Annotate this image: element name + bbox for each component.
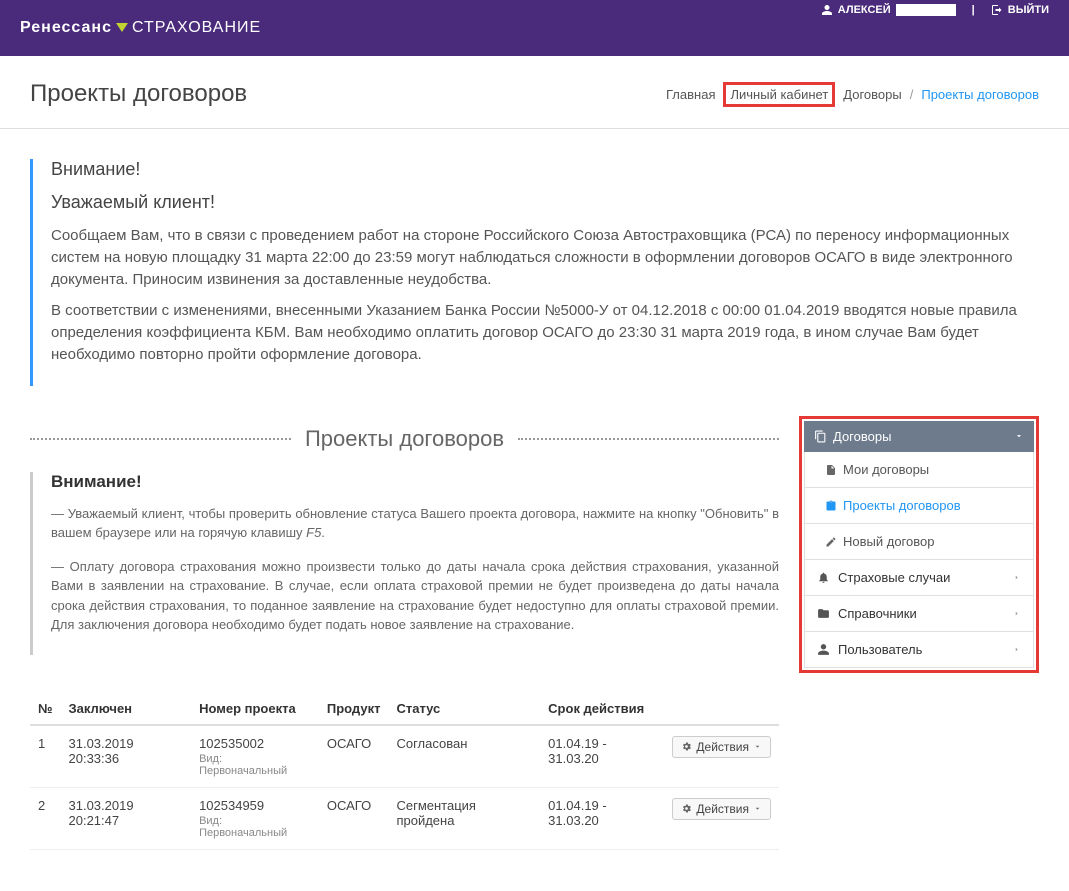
breadcrumb-contracts[interactable]: Договоры [843, 87, 901, 102]
logout-icon [991, 4, 1003, 16]
sidebar-sub-projects[interactable]: Проекты договоров [804, 488, 1034, 524]
logout-button[interactable]: ВЫЙТИ [991, 4, 1049, 16]
page-header: Проекты договоров Главная Личный кабинет… [0, 56, 1069, 129]
cell-concluded: 31.03.2019 20:21:47 [61, 787, 192, 849]
sub-notice-title: Внимание! [51, 472, 779, 492]
actions-button[interactable]: Действия [672, 798, 771, 820]
breadcrumb-home[interactable]: Главная [666, 87, 715, 102]
chevron-down-icon [1014, 431, 1024, 441]
sidebar-item-user[interactable]: Пользователь [804, 632, 1034, 668]
sidebar-item-references[interactable]: Справочники [804, 596, 1034, 632]
cell-n: 2 [30, 787, 61, 849]
breadcrumb-cabinet-highlight: Личный кабинет [723, 82, 835, 107]
topbar-sep: | [972, 4, 975, 16]
sidebar: Договоры Мои договоры Проекты договоров … [799, 416, 1039, 673]
notice-heading-1: Внимание! [51, 159, 1039, 180]
cell-product: ОСАГО [319, 787, 389, 849]
table-row: 2 31.03.2019 20:21:47 102534959 Вид: Пер… [30, 787, 779, 849]
sidebar-item-insurance-cases[interactable]: Страховые случаи [804, 560, 1034, 596]
cell-concluded: 31.03.2019 20:33:36 [61, 725, 192, 788]
col-number: Номер проекта [191, 691, 319, 725]
col-num: № [30, 691, 61, 725]
chevron-right-icon [1012, 609, 1021, 618]
chevron-down-icon [753, 804, 762, 813]
col-term: Срок действия [540, 691, 664, 725]
sub-notice-p1: — Уважаемый клиент, чтобы проверить обно… [51, 504, 779, 543]
section-header: Проекты договоров [30, 426, 779, 452]
section-title: Проекты договоров [305, 426, 504, 452]
logo-triangle-icon [116, 23, 128, 32]
user-menu[interactable]: АЛЕКСЕЙ [821, 4, 956, 16]
user-icon [821, 4, 833, 16]
chevron-right-icon [1012, 645, 1021, 654]
table-row: 1 31.03.2019 20:33:36 102535002 Вид: Пер… [30, 725, 779, 788]
breadcrumb: Главная Личный кабинет Договоры / Проект… [666, 82, 1039, 107]
col-concluded: Заключен [61, 691, 192, 725]
actions-button[interactable]: Действия [672, 736, 771, 758]
main-column: Внимание! Уважаемый клиент! Сообщаем Вам… [30, 159, 1039, 850]
user-name: АЛЕКСЕЙ [838, 4, 891, 16]
cell-status: Сегментация пройдена [388, 787, 540, 849]
cell-product: ОСАГО [319, 725, 389, 788]
user-name-redacted [896, 4, 956, 16]
copy-icon [814, 430, 827, 443]
notice-box: Внимание! Уважаемый клиент! Сообщаем Вам… [30, 159, 1039, 386]
gear-icon [681, 741, 692, 752]
gear-icon [681, 803, 692, 814]
notice-heading-2: Уважаемый клиент! [51, 192, 1039, 213]
col-status: Статус [388, 691, 540, 725]
cell-term: 01.04.19 - 31.03.20 [540, 787, 664, 849]
logo-text-a: Ренессанс [20, 19, 112, 37]
notice-p1: Сообщаем Вам, что в связи с проведением … [51, 225, 1039, 290]
user-icon [817, 643, 830, 656]
edit-icon [825, 536, 837, 548]
cell-n: 1 [30, 725, 61, 788]
page-title: Проекты договоров [30, 80, 247, 108]
topbar-right: АЛЕКСЕЙ | ВЫЙТИ [821, 4, 1049, 16]
sidebar-sub-my-contracts[interactable]: Мои договоры [804, 452, 1034, 488]
chevron-down-icon [753, 742, 762, 751]
breadcrumb-current: Проекты договоров [921, 87, 1039, 102]
notice-p2: В соответствии с изменениями, внесенными… [51, 300, 1039, 365]
sidebar-head-contracts[interactable]: Договоры [804, 421, 1034, 452]
sidebar-sub-new-contract[interactable]: Новый договор [804, 524, 1034, 560]
decor-dash-left [30, 438, 291, 440]
sub-notice-p2: — Оплату договора страхования можно прои… [51, 557, 779, 635]
clipboard-icon [825, 500, 837, 512]
folder-icon [817, 607, 830, 620]
cell-status: Согласован [388, 725, 540, 788]
logout-label: ВЫЙТИ [1008, 4, 1049, 16]
cell-number: 102534959 Вид: Первоначальный [191, 787, 319, 849]
breadcrumb-sep: / [910, 87, 914, 102]
content: Внимание! Уважаемый клиент! Сообщаем Вам… [0, 129, 1069, 880]
sub-notice: Внимание! — Уважаемый клиент, чтобы пров… [30, 472, 779, 655]
file-icon [825, 464, 837, 476]
cell-term: 01.04.19 - 31.03.20 [540, 725, 664, 788]
sidebar-highlight: Договоры Мои договоры Проекты договоров … [799, 416, 1039, 673]
breadcrumb-cabinet[interactable]: Личный кабинет [730, 87, 828, 102]
col-product: Продукт [319, 691, 389, 725]
decor-dash-right [518, 438, 779, 440]
projects-table: № Заключен Номер проекта Продукт Статус … [30, 691, 779, 850]
bell-icon [817, 571, 830, 584]
cell-number: 102535002 Вид: Первоначальный [191, 725, 319, 788]
logo[interactable]: Ренессанс СТРАХОВАНИЕ [20, 19, 261, 37]
chevron-right-icon [1012, 573, 1021, 582]
logo-text-b: СТРАХОВАНИЕ [132, 19, 261, 37]
top-header: Ренессанс СТРАХОВАНИЕ АЛЕКСЕЙ | ВЫЙТИ [0, 0, 1069, 56]
